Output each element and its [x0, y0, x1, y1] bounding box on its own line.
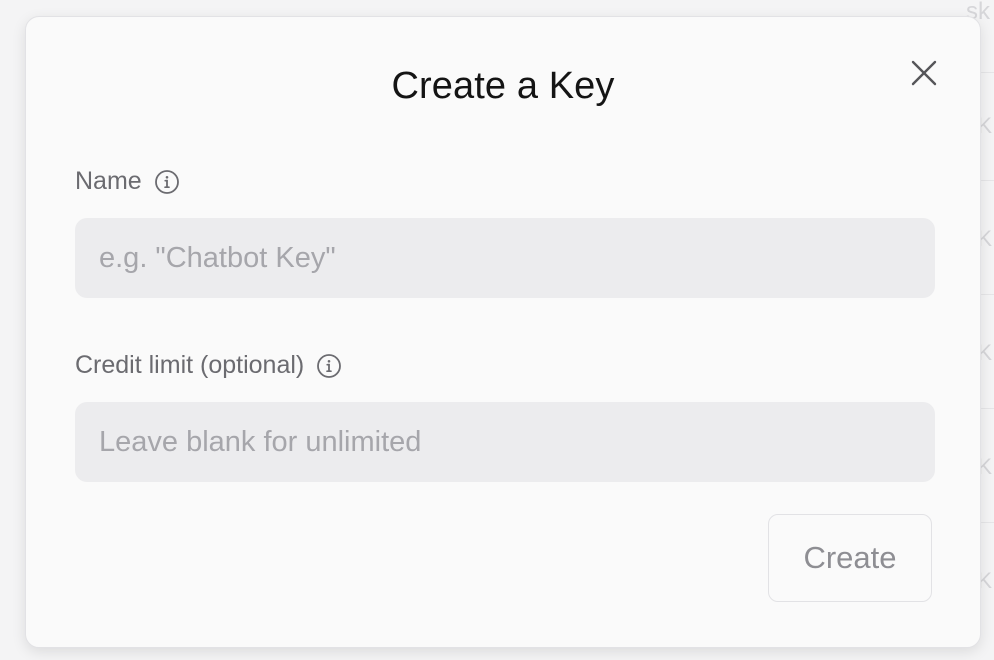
name-label-text: Name — [75, 167, 142, 195]
credit-limit-field-label: Credit limit (optional) — [75, 351, 342, 380]
name-input[interactable] — [75, 218, 935, 298]
name-field-label: Name — [75, 167, 180, 196]
create-button[interactable]: Create — [768, 514, 932, 602]
dialog-title: Create a Key — [391, 65, 615, 107]
close-icon — [911, 60, 937, 86]
credit-limit-input[interactable] — [75, 402, 935, 482]
info-icon[interactable] — [316, 353, 342, 379]
info-icon[interactable] — [154, 169, 180, 195]
close-button[interactable] — [908, 57, 940, 89]
credit-limit-label-text: Credit limit (optional) — [75, 351, 305, 379]
create-key-dialog: Create a Key Name Credit limit (optional… — [25, 16, 981, 648]
